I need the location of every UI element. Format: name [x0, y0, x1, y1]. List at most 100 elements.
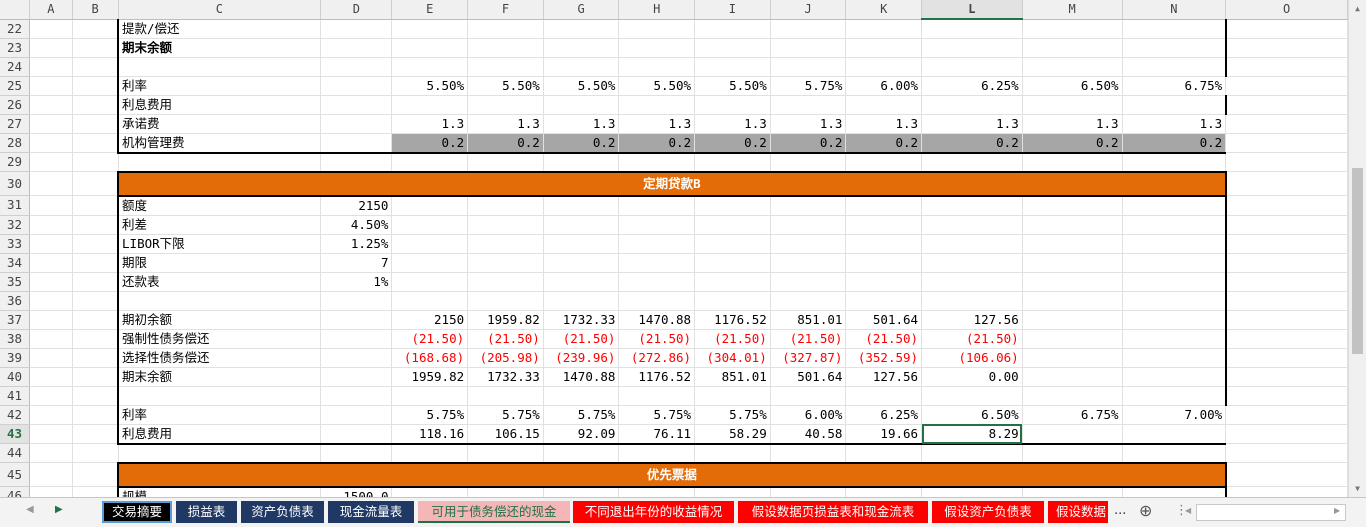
- cell-D38[interactable]: [320, 329, 393, 349]
- cell-I46[interactable]: [694, 486, 771, 497]
- cell-D32[interactable]: 4.50%: [320, 215, 393, 235]
- cell-D41[interactable]: [320, 386, 393, 406]
- cell-A37[interactable]: [29, 310, 73, 330]
- row-header-41[interactable]: 41: [0, 386, 30, 406]
- cell-D36[interactable]: [320, 291, 393, 311]
- cell-D44[interactable]: [320, 443, 393, 463]
- row-label[interactable]: 利息费用: [117, 95, 322, 115]
- horizontal-scrollbar[interactable]: [1196, 504, 1346, 521]
- cell-N28[interactable]: 0.2: [1122, 133, 1227, 154]
- cell-B31[interactable]: [72, 195, 119, 216]
- cell-K42[interactable]: 6.25%: [845, 405, 923, 425]
- cell-I33[interactable]: [694, 234, 771, 254]
- cell-H41[interactable]: [618, 386, 696, 406]
- cell-F32[interactable]: [467, 215, 544, 235]
- cell-E34[interactable]: [391, 253, 469, 273]
- cell-B28[interactable]: [72, 133, 119, 153]
- column-header-D[interactable]: D: [320, 0, 393, 20]
- cell-H22[interactable]: [618, 19, 696, 39]
- cell-N23[interactable]: [1122, 38, 1227, 58]
- cell-M46[interactable]: [1022, 486, 1123, 497]
- row-label[interactable]: 机构管理费: [117, 133, 322, 154]
- cell-G33[interactable]: [543, 234, 620, 254]
- row-header-28[interactable]: 28: [0, 133, 30, 153]
- cell-E28[interactable]: 0.2: [391, 133, 469, 154]
- cell-D42[interactable]: [320, 405, 393, 425]
- cell-L33[interactable]: [921, 234, 1023, 254]
- row-label[interactable]: 利率: [117, 76, 322, 96]
- cell-F24[interactable]: [467, 57, 544, 77]
- row-label[interactable]: [117, 57, 322, 77]
- cell-A45[interactable]: [29, 462, 73, 487]
- row-header-27[interactable]: 27: [0, 114, 30, 134]
- cell-D24[interactable]: [320, 57, 393, 77]
- cell-F35[interactable]: [467, 272, 544, 292]
- cell-J31[interactable]: [770, 195, 847, 216]
- cell-N37[interactable]: [1122, 310, 1227, 330]
- cell-N38[interactable]: [1122, 329, 1227, 349]
- cell-L28[interactable]: 0.2: [921, 133, 1023, 154]
- cell-F33[interactable]: [467, 234, 544, 254]
- cell-A35[interactable]: [29, 272, 73, 292]
- column-header-L[interactable]: L: [921, 0, 1023, 20]
- cell-A30[interactable]: [29, 171, 73, 196]
- cell-D33[interactable]: 1.25%: [320, 234, 393, 254]
- cell-E40[interactable]: 1959.82: [391, 367, 469, 387]
- cell-K38[interactable]: (21.50): [845, 329, 923, 349]
- cell-K36[interactable]: [845, 291, 923, 311]
- cell-B25[interactable]: [72, 76, 119, 96]
- cell-G42[interactable]: 5.75%: [543, 405, 620, 425]
- cell-D35[interactable]: 1%: [320, 272, 393, 292]
- cell-K46[interactable]: [845, 486, 923, 497]
- column-header-O[interactable]: O: [1225, 0, 1348, 20]
- cell-H28[interactable]: 0.2: [618, 133, 696, 154]
- cell-F46[interactable]: [467, 486, 544, 497]
- cell-I27[interactable]: 1.3: [694, 114, 771, 134]
- cell-M24[interactable]: [1022, 57, 1123, 77]
- cell-A29[interactable]: [29, 152, 73, 172]
- cell-F41[interactable]: [467, 386, 544, 406]
- cell-E26[interactable]: [391, 95, 469, 115]
- cell-A36[interactable]: [29, 291, 73, 311]
- cell-D25[interactable]: [320, 76, 393, 96]
- cell-F28[interactable]: 0.2: [467, 133, 544, 154]
- cell-H29[interactable]: [618, 152, 696, 172]
- cell-K37[interactable]: 501.64: [845, 310, 923, 330]
- cell-E25[interactable]: 5.50%: [391, 76, 469, 96]
- cell-K31[interactable]: [845, 195, 923, 216]
- cell-A27[interactable]: [29, 114, 73, 134]
- cell-E33[interactable]: [391, 234, 469, 254]
- column-header-C[interactable]: C: [118, 0, 322, 20]
- cell-H36[interactable]: [618, 291, 696, 311]
- cell-O43[interactable]: [1225, 424, 1348, 444]
- cell-I32[interactable]: [694, 215, 771, 235]
- scroll-thumb[interactable]: [1352, 168, 1363, 354]
- select-all-corner[interactable]: [0, 0, 30, 20]
- cell-H34[interactable]: [618, 253, 696, 273]
- row-label[interactable]: 提款/偿还: [117, 19, 322, 39]
- cell-O22[interactable]: [1225, 19, 1348, 39]
- cell-O30[interactable]: [1225, 171, 1348, 196]
- cell-F37[interactable]: 1959.82: [467, 310, 544, 330]
- cell-D29[interactable]: [320, 152, 393, 172]
- cell-O33[interactable]: [1225, 234, 1348, 254]
- cell-F36[interactable]: [467, 291, 544, 311]
- cell-I23[interactable]: [694, 38, 771, 58]
- cell-M35[interactable]: [1022, 272, 1123, 292]
- cell-G41[interactable]: [543, 386, 620, 406]
- cell-E23[interactable]: [391, 38, 469, 58]
- cell-G36[interactable]: [543, 291, 620, 311]
- sheet-tab-1[interactable]: 交易摘要: [102, 501, 172, 523]
- row-header-46[interactable]: 46: [0, 486, 30, 497]
- cell-G38[interactable]: (21.50): [543, 329, 620, 349]
- cell-I44[interactable]: [694, 443, 771, 463]
- cell-O38[interactable]: [1225, 329, 1348, 349]
- cell-H37[interactable]: 1470.88: [618, 310, 696, 330]
- cell-H43[interactable]: 76.11: [618, 424, 696, 445]
- cell-J22[interactable]: [770, 19, 847, 39]
- cell-N27[interactable]: 1.3: [1122, 114, 1227, 134]
- cell-J26[interactable]: [770, 95, 847, 115]
- cell-M44[interactable]: [1022, 443, 1123, 463]
- cell-F31[interactable]: [467, 195, 544, 216]
- cell-L39[interactable]: (106.06): [921, 348, 1023, 368]
